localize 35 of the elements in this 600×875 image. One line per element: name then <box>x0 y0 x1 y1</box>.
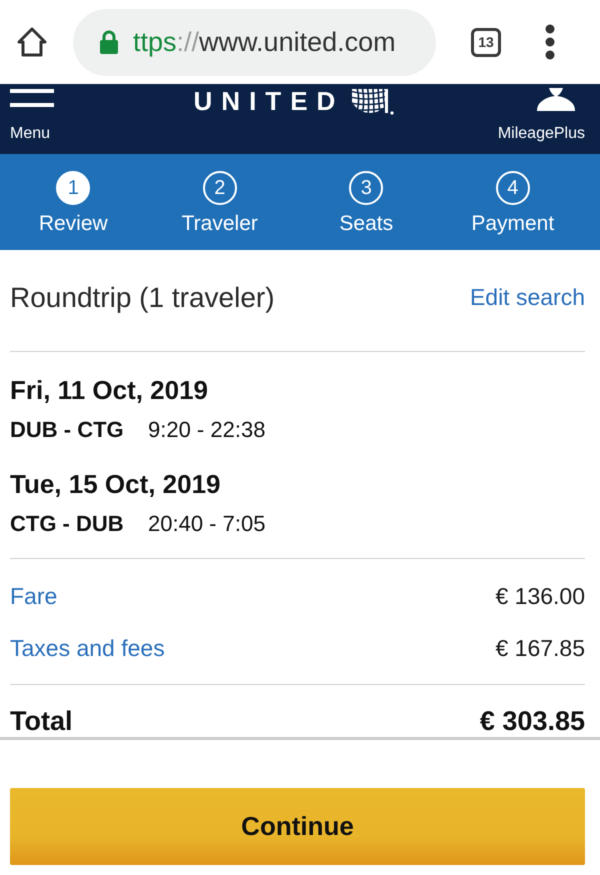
charge-link[interactable]: Fare <box>10 581 58 611</box>
step-label: Traveler <box>182 211 258 237</box>
address-bar[interactable]: ttps://www.united.com <box>73 8 436 76</box>
step-label: Payment <box>471 211 554 237</box>
flight-times: 9:20 - 22:38 <box>148 416 266 444</box>
total-label: Total <box>10 705 72 737</box>
logo-wordmark: UNITED <box>194 89 344 113</box>
step-number: 1 <box>56 171 90 205</box>
charge-link[interactable]: Taxes and fees <box>10 633 165 663</box>
flight-date: Fri, 11 Oct, 2019 <box>10 374 208 406</box>
menu-icon[interactable] <box>10 88 54 108</box>
globe-logo-icon <box>352 89 394 115</box>
total-amount: € 303.85 <box>480 705 585 737</box>
flight-date: Tue, 15 Oct, 2019 <box>10 468 221 500</box>
continue-button[interactable]: Continue <box>10 788 585 865</box>
step-number: 4 <box>496 171 530 205</box>
charge-amount: € 136.00 <box>495 582 585 611</box>
home-icon[interactable] <box>16 26 48 58</box>
user-icon[interactable] <box>537 88 575 111</box>
kebab-menu-icon[interactable] <box>544 24 556 60</box>
flight-route: DUB - CTG <box>10 416 125 444</box>
lock-icon <box>99 30 119 54</box>
menu-label: Menu <box>10 124 50 144</box>
trip-title: Roundtrip (1 traveler) <box>10 282 275 314</box>
step-label: Review <box>38 211 108 237</box>
flight-route: CTG - DUB <box>10 510 125 538</box>
flight-times: 20:40 - 7:05 <box>148 510 266 538</box>
step-number: 3 <box>349 171 384 205</box>
edit-search-link[interactable]: Edit search <box>470 284 585 311</box>
step-number: 2 <box>202 171 237 205</box>
tab-count-button[interactable]: 13 <box>471 28 501 56</box>
url-text: ttps://www.united.com <box>133 26 396 58</box>
charge-amount: € 167.85 <box>495 634 585 663</box>
step-label: Seats <box>339 211 394 237</box>
mileageplus-label: MileagePlus <box>498 124 585 144</box>
